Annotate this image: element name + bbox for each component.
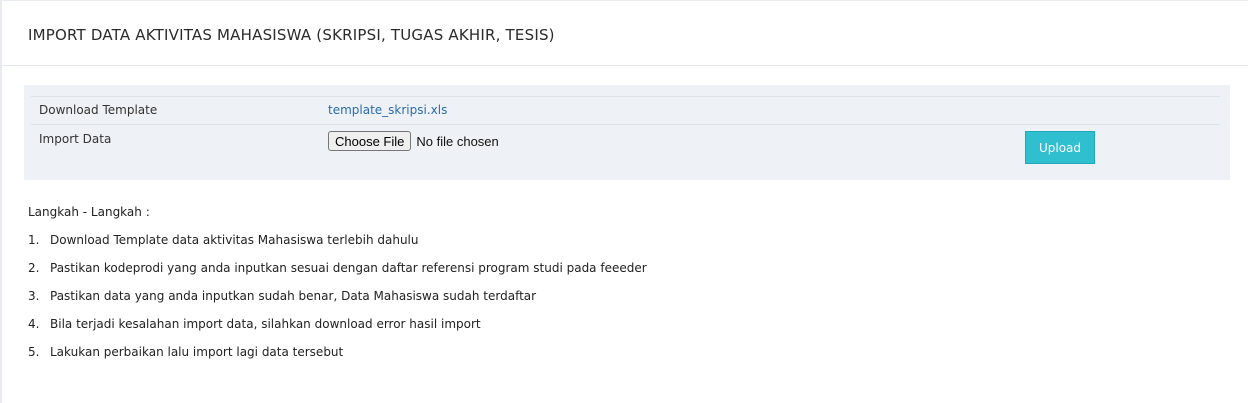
step-text: Pastikan data yang anda inputkan sudah b… (50, 289, 537, 303)
step-number: 1. (28, 233, 40, 247)
import-form: Download Template template_skripsi.xls I… (24, 85, 1230, 180)
import-panel: IMPORT DATA AKTIVITAS MAHASISWA (SKRIPSI… (0, 0, 1248, 403)
page-title: IMPORT DATA AKTIVITAS MAHASISWA (SKRIPSI… (28, 26, 555, 44)
steps-list: 1. Download Template data aktivitas Mahas… (28, 233, 647, 359)
step-number: 3. (28, 289, 40, 303)
choose-file-button[interactable]: Choose File (328, 131, 412, 151)
step-item: 5. Lakukan perbaikan lalu import lagi dat… (28, 345, 647, 359)
import-data-label: Import Data (39, 132, 112, 146)
step-item: 3. Pastikan data yang anda inputkan sudah… (28, 289, 647, 303)
step-number: 5. (28, 345, 40, 359)
download-template-label: Download Template (39, 103, 158, 117)
panel-header: IMPORT DATA AKTIVITAS MAHASISWA (SKRIPSI… (2, 1, 1248, 66)
step-item: 4. Bila terjadi kesalahan import data, si… (28, 317, 647, 331)
step-number: 2. (28, 261, 40, 275)
import-data-row: Import Data Choose File No file chosen U… (31, 124, 1220, 169)
step-text: Lakukan perbaikan lalu import lagi data … (50, 345, 344, 359)
step-item: 1. Download Template data aktivitas Mahas… (28, 233, 647, 247)
step-text: Pastikan kodeprodi yang anda inputkan se… (50, 261, 647, 275)
download-template-row: Download Template template_skripsi.xls (31, 96, 1220, 125)
step-item: 2. Pastikan kodeprodi yang anda inputkan … (28, 261, 647, 275)
steps-section: Langkah - Langkah : 1. Download Template … (28, 205, 647, 359)
upload-button[interactable]: Upload (1025, 131, 1095, 164)
template-download-link[interactable]: template_skripsi.xls (328, 103, 447, 117)
step-number: 4. (28, 317, 40, 331)
step-text: Download Template data aktivitas Mahasis… (50, 233, 419, 247)
steps-heading: Langkah - Langkah : (28, 205, 150, 219)
file-status-text: No file chosen (416, 133, 499, 149)
step-text: Bila terjadi kesalahan import data, sila… (50, 317, 481, 331)
file-input[interactable]: Choose File No file chosen (328, 130, 499, 152)
